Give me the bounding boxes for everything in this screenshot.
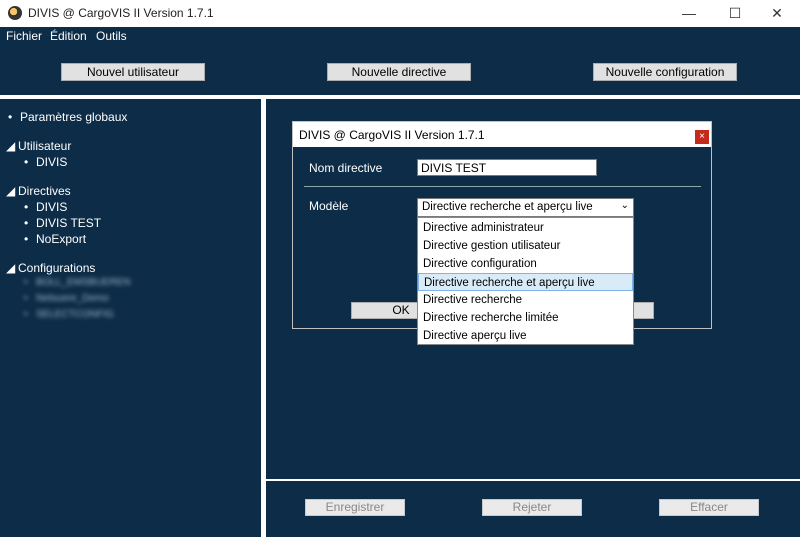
expand-triangle-icon[interactable]: ◢	[6, 184, 18, 198]
expand-triangle-icon[interactable]: ◢	[6, 139, 18, 153]
clear-button[interactable]: Effacer	[659, 499, 759, 516]
dropdown-option[interactable]: Directive recherche limitée	[418, 309, 633, 327]
close-button[interactable]: ✕	[754, 0, 800, 27]
dialog-close-button[interactable]: ×	[695, 130, 709, 144]
model-dropdown-list: Directive administrateur Directive gesti…	[417, 217, 634, 345]
title-bar: DIVIS @ CargoVIS II Version 1.7.1 — ☐ ✕	[0, 0, 800, 27]
action-bar: Enregistrer Rejeter Effacer	[266, 481, 800, 537]
menu-outils[interactable]: Outils	[96, 29, 127, 43]
dropdown-option[interactable]: Directive configuration	[418, 255, 633, 273]
tree-item-config[interactable]: • SELECTCONFIG	[24, 309, 114, 320]
new-user-button[interactable]: Nouvel utilisateur	[61, 63, 205, 81]
dialog-title-bar: DIVIS @ CargoVIS II Version 1.7.1 ×	[293, 122, 711, 147]
menu-fichier[interactable]: Fichier	[6, 29, 42, 43]
model-select[interactable]: Directive recherche et aperçu live ⌄	[417, 198, 634, 217]
dropdown-option[interactable]: Directive aperçu live	[418, 327, 633, 345]
name-label: Nom directive	[309, 161, 383, 175]
tree-item-directive[interactable]: • DIVIS	[24, 200, 67, 214]
maximize-button[interactable]: ☐	[712, 0, 758, 27]
chevron-down-icon: ⌄	[620, 200, 629, 211]
tree-group-users[interactable]: ◢ Utilisateur	[6, 139, 71, 153]
tree-item-user[interactable]: • DIVIS	[24, 155, 67, 169]
save-button[interactable]: Enregistrer	[305, 499, 405, 516]
tree-item-global[interactable]: • Paramètres globaux	[8, 110, 127, 124]
minimize-button[interactable]: —	[666, 0, 712, 27]
tree-group-directives[interactable]: ◢ Directives	[6, 184, 71, 198]
tree-group-configs[interactable]: ◢ Configurations	[6, 261, 95, 275]
dropdown-option[interactable]: Directive gestion utilisateur	[418, 237, 633, 255]
name-input[interactable]: DIVIS TEST	[417, 159, 597, 176]
dropdown-option[interactable]: Directive recherche	[418, 291, 633, 309]
tree-item-directive[interactable]: • NoExport	[24, 232, 86, 246]
window-title: DIVIS @ CargoVIS II Version 1.7.1	[28, 6, 214, 20]
dropdown-option[interactable]: Directive administrateur	[418, 219, 633, 237]
toolbar: Nouvel utilisateur Nouvelle directive No…	[0, 45, 800, 95]
dialog-divider	[304, 186, 701, 187]
menu-edition[interactable]: Édition	[50, 29, 87, 43]
dropdown-option-selected[interactable]: Directive recherche et aperçu live	[418, 273, 633, 291]
new-config-button[interactable]: Nouvelle configuration	[593, 63, 737, 81]
new-directive-button[interactable]: Nouvelle directive	[327, 63, 471, 81]
sidebar-tree: • Paramètres globaux ◢ Utilisateur • DIVIS …	[0, 99, 261, 537]
tree-item-directive[interactable]: • DIVIS TEST	[24, 216, 101, 230]
dialog-title: DIVIS @ CargoVIS II Version 1.7.1	[299, 128, 485, 142]
reject-button[interactable]: Rejeter	[482, 499, 582, 516]
cancel-button-partial[interactable]	[633, 302, 654, 319]
model-label: Modèle	[309, 199, 349, 213]
menu-bar: Fichier Édition Outils	[0, 27, 800, 45]
tree-item-config[interactable]: • Netsuere_Demo	[24, 293, 109, 304]
tree-item-config[interactable]: • BOLL_EMSBUEREN	[24, 277, 130, 288]
app-icon	[8, 6, 22, 20]
expand-triangle-icon[interactable]: ◢	[6, 261, 18, 275]
